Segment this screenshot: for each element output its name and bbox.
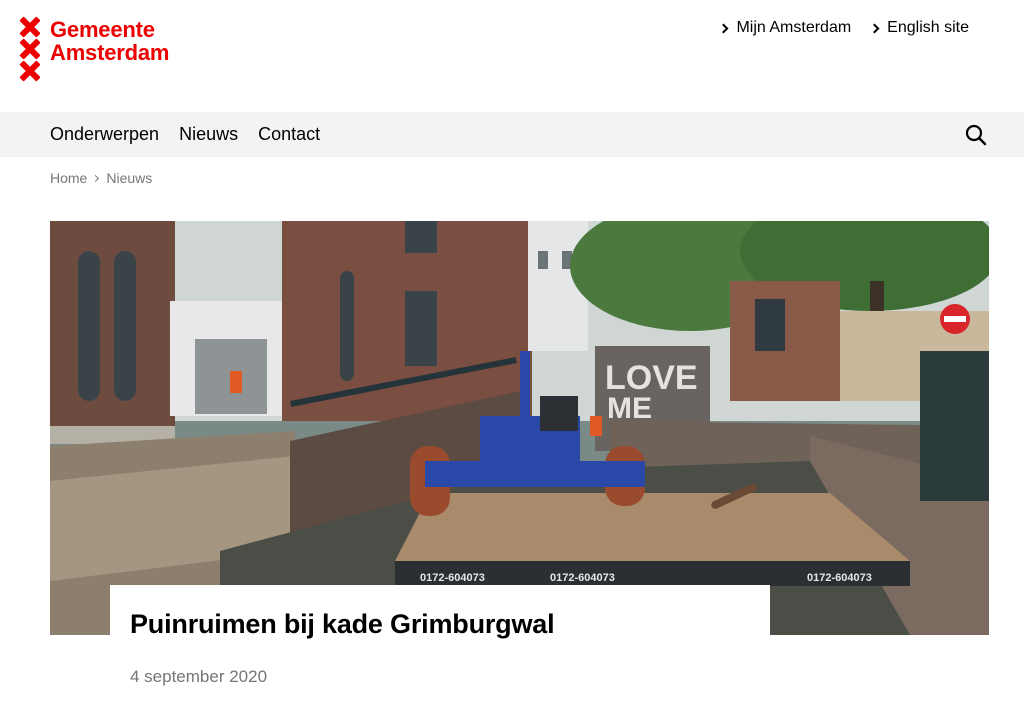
gemeente-amsterdam-logo[interactable]: Gemeente Amsterdam [20, 17, 169, 81]
logo-line-1: Gemeente [50, 17, 155, 42]
pontoon-code-3: 0172-604073 [807, 572, 872, 584]
logo-text: Gemeente Amsterdam [50, 18, 169, 81]
search-button[interactable] [964, 123, 988, 147]
logo-line-2: Amsterdam [50, 40, 170, 65]
pontoon-code-1: 0172-604073 [420, 572, 485, 584]
english-site-label: English site [887, 19, 969, 36]
nav-item-contact[interactable]: Contact [258, 124, 320, 145]
hero-image: LOVE ME 0172-604073 0172-604073 0172-604… [50, 221, 989, 635]
cross-icon [20, 61, 40, 81]
top-links: Mijn Amsterdam English site [719, 19, 969, 37]
breadcrumb: Home Nieuws [50, 170, 152, 186]
search-icon [965, 124, 987, 146]
site-header: Gemeente Amsterdam Mijn Amsterdam Englis… [0, 0, 1024, 112]
chevron-right-icon [869, 23, 880, 34]
nav-item-nieuws[interactable]: Nieuws [179, 124, 238, 145]
english-site-link[interactable]: English site [869, 19, 969, 37]
logo-crosses-icon [20, 17, 42, 81]
article-title-card: Puinruimen bij kade Grimburgwal [110, 585, 770, 645]
article-date: 4 september 2020 [130, 667, 268, 686]
chevron-right-icon [92, 174, 100, 182]
cross-icon [20, 17, 40, 37]
article-title: Puinruimen bij kade Grimburgwal [130, 609, 555, 639]
main-nav: Onderwerpen Nieuws Contact [0, 112, 1024, 157]
nav-items: Onderwerpen Nieuws Contact [50, 112, 320, 157]
me-text: ME [607, 392, 652, 425]
breadcrumb-home[interactable]: Home [50, 170, 87, 186]
nav-item-onderwerpen[interactable]: Onderwerpen [50, 124, 159, 145]
chevron-right-icon [719, 23, 729, 34]
cross-icon [20, 39, 40, 59]
breadcrumb-nieuws[interactable]: Nieuws [106, 170, 152, 186]
mijn-amsterdam-label: Mijn Amsterdam [736, 19, 852, 36]
pontoon-code-2: 0172-604073 [550, 572, 615, 584]
mijn-amsterdam-link[interactable]: Mijn Amsterdam [719, 19, 852, 37]
